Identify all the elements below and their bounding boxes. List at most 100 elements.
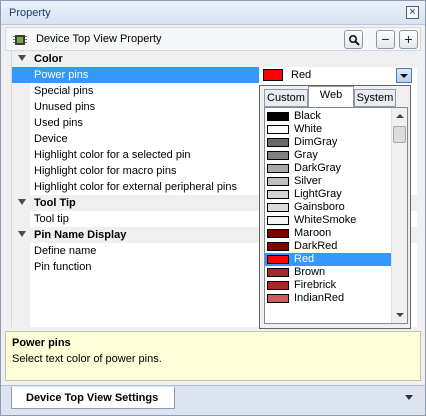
- property-label: Define name: [34, 245, 97, 257]
- chevron-down-icon[interactable]: [405, 395, 413, 400]
- property-row[interactable]: Tool tip: [12, 211, 262, 227]
- color-swatch: [267, 203, 289, 212]
- color-name: DarkRed: [294, 240, 338, 252]
- value-color-name: Red: [291, 69, 312, 81]
- color-swatch: [267, 216, 289, 225]
- color-name: DimGray: [294, 136, 338, 148]
- magnifier-icon: [348, 34, 360, 46]
- tab-device-top-view-settings[interactable]: Device Top View Settings: [11, 387, 175, 409]
- property-row[interactable]: Highlight color for a selected pin: [12, 147, 262, 163]
- color-swatch: [267, 268, 289, 277]
- color-name: DarkGray: [294, 162, 342, 174]
- color-list-item[interactable]: Silver: [265, 175, 392, 188]
- scroll-up-icon[interactable]: [396, 114, 404, 118]
- tab-system[interactable]: System: [354, 89, 396, 107]
- property-row[interactable]: Define name: [12, 243, 262, 259]
- property-row[interactable]: Highlight color for macro pins: [12, 163, 262, 179]
- color-name: Red: [294, 253, 315, 265]
- tab-custom[interactable]: Custom: [264, 89, 308, 107]
- close-icon[interactable]: ×: [406, 6, 419, 19]
- property-label: Special pins: [34, 85, 94, 97]
- title-bar: Property ×: [1, 1, 425, 25]
- color-swatch: [267, 255, 289, 264]
- color-picker-popup: Custom Web System Black White DimGray Gray D…: [259, 85, 411, 329]
- property-row[interactable]: Highlight color for external peripheral …: [12, 179, 262, 195]
- color-list-item[interactable]: DarkRed: [265, 240, 392, 253]
- property-header: Device Top View Property − +: [5, 27, 421, 51]
- color-list-item[interactable]: Red: [265, 253, 392, 266]
- color-name: Black: [294, 110, 321, 122]
- tab-web[interactable]: Web: [308, 86, 354, 108]
- color-list-item[interactable]: Gray: [265, 149, 392, 162]
- help-panel: Power pins Select text color of power pi…: [5, 331, 421, 381]
- property-row[interactable]: Unused pins: [12, 99, 262, 115]
- window-title: Property: [9, 7, 51, 19]
- property-label: Tool Tip: [34, 197, 76, 209]
- color-list-scrollbar[interactable]: [391, 108, 407, 323]
- color-name: IndianRed: [294, 292, 345, 304]
- property-label: Highlight color for a selected pin: [34, 149, 191, 161]
- property-row[interactable]: Device: [12, 131, 262, 147]
- color-swatch: [267, 177, 289, 186]
- color-list-item[interactable]: Firebrick: [265, 279, 392, 292]
- property-row[interactable]: Used pins: [12, 115, 262, 131]
- color-swatch: [267, 151, 289, 160]
- color-swatch: [267, 294, 289, 303]
- power-pins-value[interactable]: Red: [259, 67, 417, 83]
- chip-icon: [13, 35, 27, 45]
- color-name: Firebrick: [294, 279, 337, 291]
- property-label: Color: [34, 53, 63, 65]
- property-row[interactable]: Power pins: [12, 67, 262, 83]
- color-name: Brown: [294, 266, 326, 278]
- color-list-item[interactable]: White: [265, 123, 392, 136]
- color-list-item[interactable]: DimGray: [265, 136, 392, 149]
- property-row[interactable]: Pin function: [12, 259, 262, 275]
- collapse-all-button[interactable]: −: [376, 30, 395, 49]
- property-label: Unused pins: [34, 101, 96, 113]
- collapse-triangle-icon[interactable]: [18, 231, 26, 237]
- color-list-item[interactable]: IndianRed: [265, 292, 392, 305]
- value-color-swatch: [263, 69, 283, 81]
- color-list-item[interactable]: Gainsboro: [265, 201, 392, 214]
- color-swatch: [267, 138, 289, 147]
- help-description: Select text color of power pins.: [12, 353, 162, 365]
- property-label: Highlight color for external peripheral …: [34, 181, 237, 193]
- chevron-down-icon: [400, 74, 408, 78]
- bottom-tab-bar: Device Top View Settings: [1, 385, 425, 415]
- bottom-tab-label: Device Top View Settings: [26, 392, 159, 404]
- property-label: Highlight color for macro pins: [34, 165, 177, 177]
- expand-all-button[interactable]: +: [399, 30, 418, 49]
- property-window: Property × Device Top View Property − + …: [0, 0, 426, 416]
- color-list[interactable]: Black White DimGray Gray DarkGray Silver Light…: [264, 107, 408, 324]
- collapse-triangle-icon[interactable]: [18, 55, 26, 61]
- color-list-item[interactable]: Brown: [265, 266, 392, 279]
- property-category[interactable]: Color: [12, 51, 418, 67]
- color-list-item[interactable]: Maroon: [265, 227, 392, 240]
- help-title: Power pins: [12, 337, 71, 349]
- color-name: Silver: [294, 175, 322, 187]
- property-label: Tool tip: [34, 213, 69, 225]
- color-dropdown-button[interactable]: [396, 68, 412, 83]
- color-swatch: [267, 190, 289, 199]
- color-name: LightGray: [294, 188, 342, 200]
- color-swatch: [267, 164, 289, 173]
- color-name: Maroon: [294, 227, 332, 239]
- property-label: Used pins: [34, 117, 83, 129]
- property-label: Device: [34, 133, 68, 145]
- collapse-triangle-icon[interactable]: [18, 199, 26, 205]
- color-swatch: [267, 112, 289, 121]
- property-row[interactable]: Special pins: [12, 83, 262, 99]
- color-list-item[interactable]: DarkGray: [265, 162, 392, 175]
- scroll-down-icon[interactable]: [396, 313, 404, 317]
- scroll-thumb[interactable]: [393, 126, 406, 143]
- color-swatch: [267, 229, 289, 238]
- property-label: Pin function: [34, 261, 92, 273]
- color-list-item[interactable]: LightGray: [265, 188, 392, 201]
- color-swatch: [267, 242, 289, 251]
- color-list-item[interactable]: WhiteSmoke: [265, 214, 392, 227]
- search-button[interactable]: [344, 30, 363, 49]
- color-list-item[interactable]: Black: [265, 110, 392, 123]
- color-swatch: [267, 281, 289, 290]
- color-swatch: [267, 125, 289, 134]
- property-label: Pin Name Display: [34, 229, 127, 241]
